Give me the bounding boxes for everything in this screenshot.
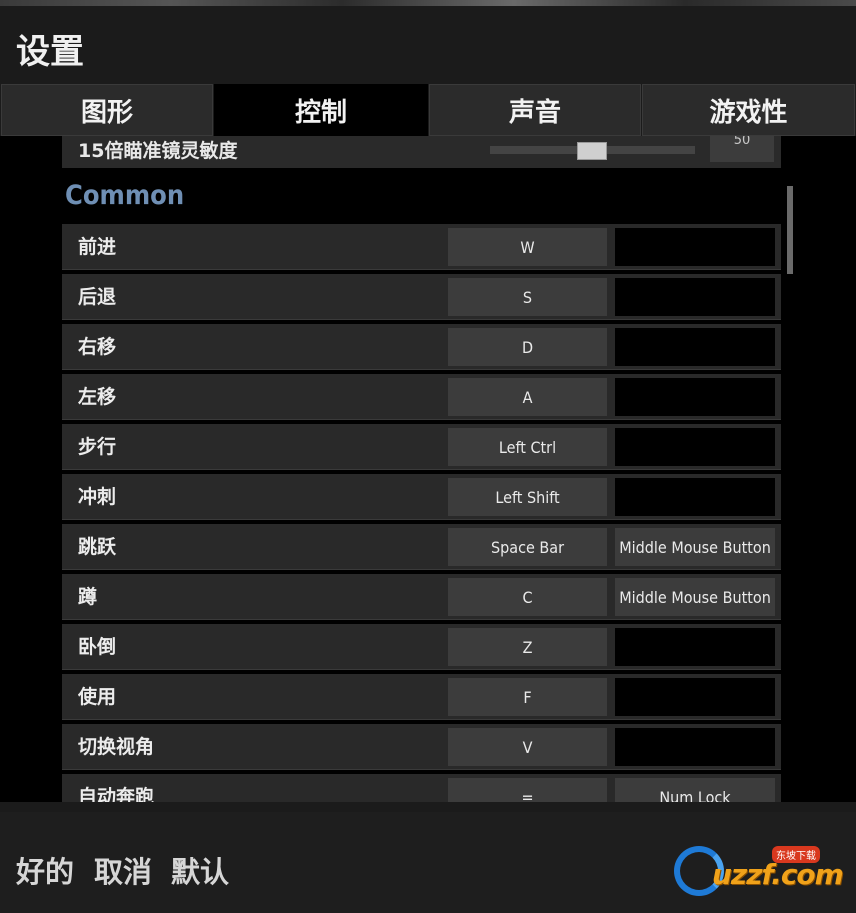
- secondary-key-button[interactable]: Middle Mouse Button: [615, 528, 775, 566]
- default-button[interactable]: 默认: [171, 849, 229, 891]
- primary-key-button[interactable]: A: [448, 378, 607, 416]
- keybinding-row: 前进 W: [62, 224, 781, 270]
- secondary-key-button[interactable]: Middle Mouse Button: [615, 578, 775, 616]
- tab-audio[interactable]: 声音: [429, 84, 641, 136]
- primary-key-button[interactable]: Space Bar: [448, 528, 607, 566]
- tab-gameplay[interactable]: 游戏性: [642, 84, 855, 136]
- scrollbar-thumb[interactable]: [787, 186, 793, 274]
- primary-key-button[interactable]: W: [448, 228, 607, 266]
- action-label: 前进: [78, 236, 117, 258]
- secondary-key-button[interactable]: [615, 678, 775, 716]
- action-label: 跳跃: [78, 536, 117, 558]
- keybinding-row: 蹲 C Middle Mouse Button: [62, 574, 781, 620]
- secondary-key-button[interactable]: Num Lock: [615, 778, 775, 802]
- tab-graphics[interactable]: 图形: [1, 84, 213, 136]
- action-label: 蹲: [78, 586, 98, 608]
- keybinding-row: 使用 F: [62, 674, 781, 720]
- primary-key-button[interactable]: Left Shift: [448, 478, 607, 516]
- action-label: 冲刺: [78, 486, 117, 508]
- primary-key-button[interactable]: F: [448, 678, 607, 716]
- background-strip: [0, 0, 856, 6]
- sensitivity-slider-thumb[interactable]: [577, 142, 607, 160]
- primary-key-button[interactable]: C: [448, 578, 607, 616]
- action-label: 使用: [78, 686, 117, 708]
- keybinding-row: 卧倒 Z: [62, 624, 781, 670]
- secondary-key-button[interactable]: [615, 728, 775, 766]
- action-label: 步行: [78, 436, 117, 458]
- action-label: 后退: [78, 286, 117, 308]
- keybinding-row: 步行 Left Ctrl: [62, 424, 781, 470]
- secondary-key-button[interactable]: [615, 478, 775, 516]
- primary-key-button[interactable]: S: [448, 278, 607, 316]
- keybinding-row: 冲刺 Left Shift: [62, 474, 781, 520]
- action-label: 右移: [78, 336, 117, 358]
- section-title-common: Common: [65, 180, 185, 211]
- secondary-key-button[interactable]: [615, 278, 775, 316]
- keybinding-row: 左移 A: [62, 374, 781, 420]
- ok-button[interactable]: 好的: [16, 849, 74, 891]
- secondary-key-button[interactable]: [615, 228, 775, 266]
- watermark-logo: uzzf.com 东坡下载: [668, 846, 850, 900]
- action-label: 切换视角: [78, 736, 155, 758]
- secondary-key-button[interactable]: [615, 328, 775, 366]
- action-label: 卧倒: [78, 636, 117, 658]
- watermark-tag: 东坡下载: [772, 846, 820, 863]
- cancel-button[interactable]: 取消: [94, 849, 152, 891]
- action-label: 自动奔跑: [78, 786, 155, 802]
- secondary-key-button[interactable]: [615, 428, 775, 466]
- secondary-key-button[interactable]: [615, 628, 775, 666]
- keybinding-list: 前进 W 后退 S 右移 D 左移 A 步行 Left Ctrl 冲刺 Left Shift 跳跃 Spa…: [62, 224, 781, 802]
- keybinding-row: 右移 D: [62, 324, 781, 370]
- action-label: 左移: [78, 386, 117, 408]
- controls-panel: 15倍瞄准镜灵敏度 50 Common 前进 W 后退 S 右移 D 左移 A 步行 Left C…: [0, 136, 856, 802]
- sensitivity-value-field[interactable]: 50: [710, 136, 774, 162]
- settings-tabs: 图形 控制 声音 游戏性: [0, 84, 856, 136]
- keybinding-row: 后退 S: [62, 274, 781, 320]
- scope-sensitivity-label: 15倍瞄准镜灵敏度: [78, 140, 238, 162]
- page-title: 设置: [16, 32, 84, 72]
- keybinding-row: 自动奔跑 = Num Lock: [62, 774, 781, 802]
- tab-controls[interactable]: 控制: [214, 84, 428, 136]
- primary-key-button[interactable]: Left Ctrl: [448, 428, 607, 466]
- keybinding-row: 跳跃 Space Bar Middle Mouse Button: [62, 524, 781, 570]
- primary-key-button[interactable]: Z: [448, 628, 607, 666]
- secondary-key-button[interactable]: [615, 378, 775, 416]
- primary-key-button[interactable]: V: [448, 728, 607, 766]
- primary-key-button[interactable]: =: [448, 778, 607, 802]
- scope-sensitivity-row: 15倍瞄准镜灵敏度 50: [62, 136, 781, 168]
- primary-key-button[interactable]: D: [448, 328, 607, 366]
- keybinding-row: 切换视角 V: [62, 724, 781, 770]
